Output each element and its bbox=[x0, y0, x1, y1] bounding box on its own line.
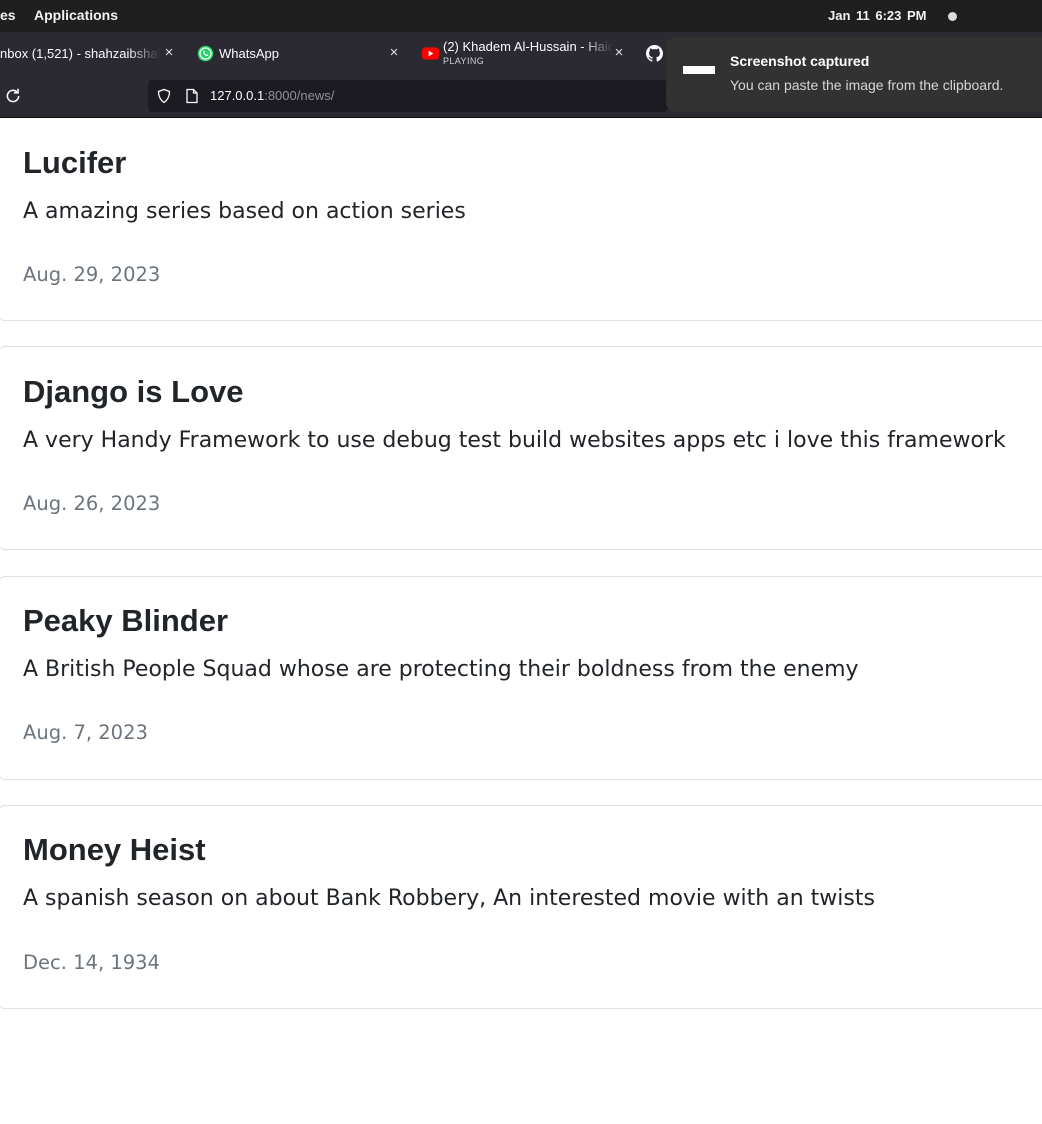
tab-title: WhatsApp bbox=[219, 46, 279, 61]
youtube-icon bbox=[422, 47, 439, 60]
url-text: 127.0.0.1:8000/news/ bbox=[210, 88, 334, 103]
news-date: Aug. 26, 2023 bbox=[23, 492, 161, 515]
tab-playing-label: PLAYING bbox=[443, 56, 485, 66]
applications-menu[interactable]: Applications bbox=[34, 7, 118, 23]
news-page: Lucifer A amazing series based on action… bbox=[0, 119, 1042, 1124]
news-date: Aug. 29, 2023 bbox=[23, 263, 161, 286]
tab-title: nbox (1,521) - shahzaibshahzaibshah bbox=[0, 46, 160, 61]
news-date: Aug. 7, 2023 bbox=[23, 721, 148, 744]
url-path: :8000/news/ bbox=[264, 88, 335, 103]
news-title: Lucifer bbox=[23, 145, 127, 180]
notification-dot-icon bbox=[948, 12, 957, 21]
notification-body: You can paste the image from the clipboa… bbox=[730, 77, 1004, 93]
notification-title: Screenshot captured bbox=[730, 53, 870, 69]
news-description: A amazing series based on action series bbox=[23, 199, 466, 224]
tracking-protection-shield-icon[interactable] bbox=[156, 88, 172, 104]
screenshot-notification[interactable]: Screenshot captured You can paste the im… bbox=[666, 37, 1042, 112]
tab-title: (2) Khadem Al-Hussain - Haider bbox=[443, 39, 613, 54]
news-description: A British People Squad whose are protect… bbox=[23, 657, 859, 682]
screenshot-icon bbox=[683, 66, 715, 74]
news-title: Money Heist bbox=[23, 832, 206, 867]
tab-whatsapp[interactable]: WhatsApp × bbox=[190, 32, 405, 75]
system-top-bar: es Applications Jan 11 6:23 PM bbox=[0, 0, 1042, 32]
tab-gmail[interactable]: nbox (1,521) - shahzaibshahzaibshah × bbox=[0, 32, 180, 75]
news-title: Peaky Blinder bbox=[23, 603, 229, 638]
news-description: A spanish season on about Bank Robbery, … bbox=[23, 886, 875, 911]
news-description: A very Handy Framework to use debug test… bbox=[23, 428, 1006, 453]
reload-icon[interactable] bbox=[4, 87, 22, 105]
news-card: Money Heist A spanish season on about Ba… bbox=[0, 805, 1042, 1009]
close-tab-icon[interactable]: × bbox=[611, 44, 627, 61]
news-date: Dec. 14, 1934 bbox=[23, 951, 160, 974]
url-host: 127.0.0.1 bbox=[210, 88, 265, 103]
tab-youtube[interactable]: (2) Khadem Al-Hussain - Haider PLAYING × bbox=[412, 32, 630, 75]
news-card: Django is Love A very Handy Framework to… bbox=[0, 346, 1042, 550]
close-tab-icon[interactable]: × bbox=[386, 44, 402, 61]
close-tab-icon[interactable]: × bbox=[161, 44, 177, 61]
page-info-icon[interactable] bbox=[185, 88, 199, 104]
whatsapp-icon bbox=[197, 45, 214, 62]
activities-button[interactable]: es bbox=[0, 7, 16, 23]
news-card: Peaky Blinder A British People Squad who… bbox=[0, 576, 1042, 780]
news-title: Django is Love bbox=[23, 374, 244, 409]
github-icon bbox=[646, 45, 663, 62]
news-card: Lucifer A amazing series based on action… bbox=[0, 119, 1042, 321]
clock[interactable]: Jan 11 6:23 PM bbox=[828, 8, 927, 23]
url-bar[interactable]: 127.0.0.1:8000/news/ bbox=[148, 80, 668, 112]
